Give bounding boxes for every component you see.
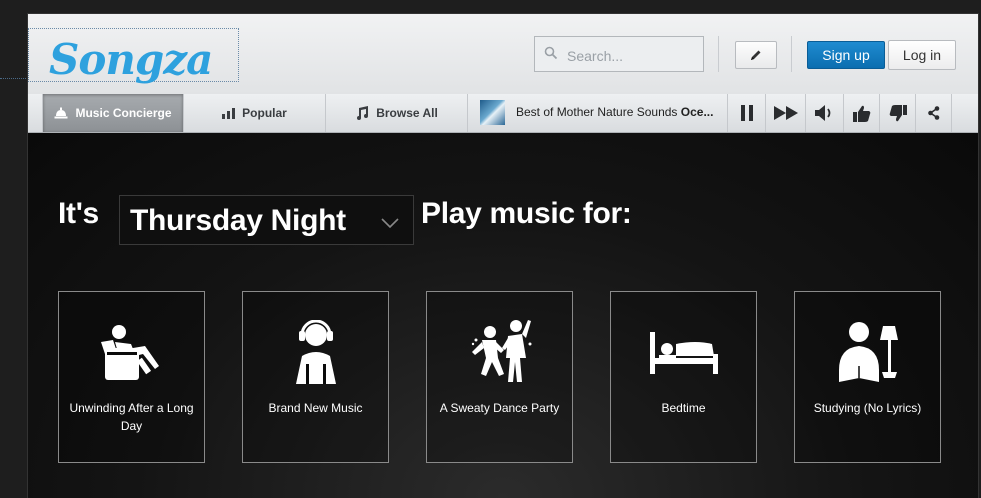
activity-card[interactable]: Brand New Music bbox=[242, 291, 389, 463]
skip-button[interactable] bbox=[766, 94, 806, 132]
site-header: Songza Sign up Log in bbox=[28, 14, 978, 95]
thumbs-up-icon bbox=[852, 105, 870, 122]
now-playing[interactable]: Best of Mother Nature Sounds Oce... bbox=[468, 94, 728, 132]
pause-button[interactable] bbox=[728, 94, 766, 132]
activity-card[interactable]: Bedtime bbox=[610, 291, 757, 463]
card-label: Brand New Music bbox=[268, 401, 363, 415]
share-icon bbox=[927, 106, 939, 120]
tab-popular[interactable]: Popular bbox=[184, 94, 326, 132]
thumbs-down-button[interactable] bbox=[880, 94, 916, 132]
log-in-button[interactable]: Log in bbox=[888, 40, 956, 70]
songza-window: Songza Sign up Log in Music Concierge Po… bbox=[28, 14, 978, 498]
activity-card[interactable]: Studying (No Lyrics) bbox=[794, 291, 941, 463]
card-label: A Sweaty Dance Party bbox=[439, 401, 560, 415]
tab-label: Browse All bbox=[376, 106, 438, 120]
bed-icon bbox=[649, 332, 718, 374]
search-icon bbox=[544, 46, 558, 60]
player-nav-bar: Music Concierge Popular Browse All Best … bbox=[28, 94, 978, 133]
fast-forward-icon bbox=[773, 106, 798, 120]
now-playing-title: Best of Mother Nature Sounds Oce... bbox=[516, 105, 714, 119]
bell-icon bbox=[54, 107, 68, 119]
card-label: Studying (No Lyrics) bbox=[813, 401, 922, 415]
header-divider bbox=[791, 36, 792, 72]
tab-browse-all[interactable]: Browse All bbox=[326, 94, 468, 132]
chevron-down-icon bbox=[381, 218, 399, 228]
pause-icon bbox=[740, 105, 753, 121]
selection-guide bbox=[0, 78, 30, 79]
pencil-icon bbox=[751, 50, 761, 60]
volume-button[interactable] bbox=[806, 94, 844, 132]
header-divider bbox=[718, 36, 719, 72]
music-note-icon bbox=[357, 106, 369, 120]
songza-logo: Songza bbox=[49, 35, 213, 84]
album-art bbox=[480, 100, 505, 125]
share-button[interactable] bbox=[916, 94, 952, 132]
day-time-dropdown[interactable]: Thursday Night bbox=[119, 195, 414, 245]
logo-link[interactable]: Songza bbox=[28, 28, 239, 82]
tab-label: Popular bbox=[242, 106, 287, 120]
bar-chart-icon bbox=[222, 107, 236, 119]
thumbs-up-button[interactable] bbox=[844, 94, 880, 132]
concierge-prefix: It's bbox=[58, 197, 99, 230]
tab-music-concierge[interactable]: Music Concierge bbox=[42, 94, 184, 132]
edit-button[interactable] bbox=[735, 41, 777, 69]
dancers-icon bbox=[471, 320, 531, 382]
recliner-icon bbox=[100, 325, 159, 380]
tab-label: Music Concierge bbox=[75, 106, 172, 120]
activity-card[interactable]: A Sweaty Dance Party bbox=[426, 291, 573, 463]
headphones-person-icon bbox=[295, 320, 336, 384]
selected-day: Thursday Night bbox=[130, 204, 346, 237]
card-label: Unwinding After a Long Day bbox=[69, 401, 194, 433]
concierge-suffix: Play music for: bbox=[421, 197, 632, 230]
search-box[interactable] bbox=[534, 36, 704, 72]
search-input[interactable] bbox=[565, 45, 699, 67]
activity-card[interactable]: Unwinding After a Long Day bbox=[58, 291, 205, 463]
sign-up-button[interactable]: Sign up bbox=[807, 41, 885, 69]
volume-icon bbox=[814, 105, 830, 121]
thumbs-down-icon bbox=[889, 104, 907, 121]
studying-icon bbox=[838, 322, 898, 382]
card-label: Bedtime bbox=[661, 401, 706, 415]
